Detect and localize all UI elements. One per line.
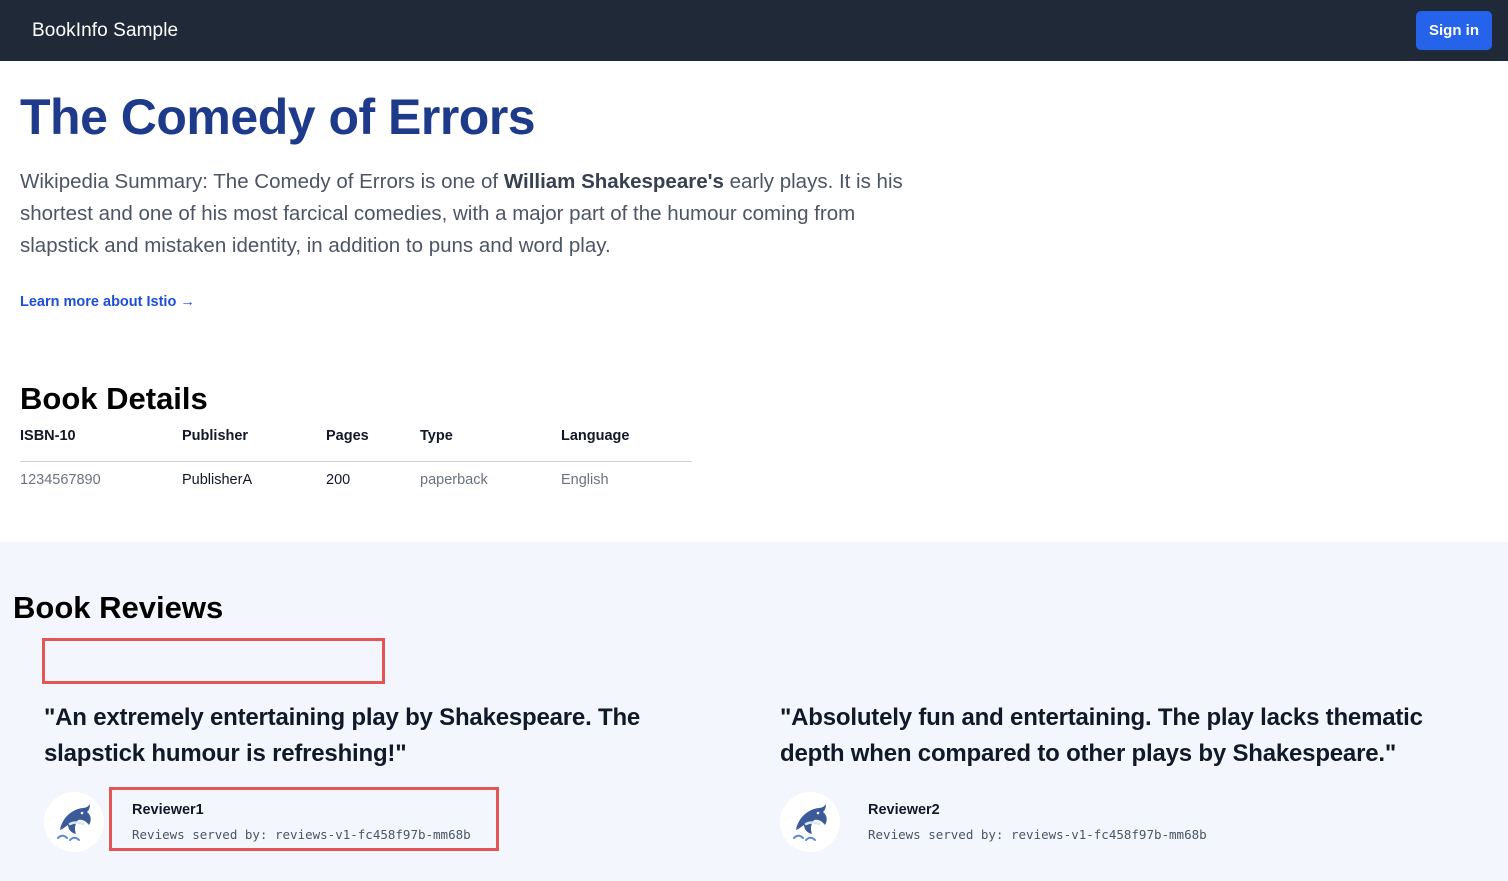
book-details-heading: Book Details [20,381,208,416]
table-row: 1234567890 PublisherA 200 paperback Engl… [20,461,692,488]
column-header-language: Language [561,428,692,462]
dolphin-icon [57,804,91,841]
book-header: The Comedy of Errors Wikipedia Summary: … [20,86,920,311]
cell-isbn: 1234567890 [20,471,101,488]
avatar [44,792,104,852]
summary-author: William Shakespeare's [503,170,724,193]
book-summary: Wikipedia Summary: The Comedy of Errors … [20,166,910,262]
book-reviews-heading: Book Reviews [13,590,224,625]
column-header-isbn: ISBN-10 [20,428,182,462]
page-title: The Comedy of Errors [20,89,536,145]
avatar [780,792,840,852]
column-header-type: Type [420,428,561,462]
cell-type: paperback [420,471,488,488]
book-reviews-section: Book Reviews "An extremely entertaining … [0,542,1508,881]
review-card-2: "Absolutely fun and entertaining. The pl… [780,700,1460,852]
cell-language: English [561,471,609,488]
brand-title: BookInfo Sample [32,19,179,41]
rating-highlight-box [42,638,385,684]
column-header-pages: Pages [326,428,420,462]
review-quote: "An extremely entertaining play by Shake… [44,704,641,767]
book-details-section: Book Details ISBN-10 Publisher Pages Typ… [20,380,692,488]
served-by-text: Reviews served by: reviews-v1-fc458f97b-… [868,827,1207,842]
learn-more-link[interactable]: Learn more about Istio → [20,294,195,310]
table-header-row: ISBN-10 Publisher Pages Type Language [20,428,692,462]
review-quote: "Absolutely fun and entertaining. The pl… [780,704,1423,767]
review-author: Reviewer2 Reviews served by: reviews-v1-… [780,792,1460,852]
sign-in-button[interactable]: Sign in [1416,11,1492,50]
book-details-table: ISBN-10 Publisher Pages Type Language 12… [20,428,692,488]
top-navbar: BookInfo Sample Sign in [0,0,1508,61]
column-header-publisher: Publisher [182,428,326,462]
reviewer-name: Reviewer2 [868,802,940,818]
reviewer-highlight-box [109,787,499,851]
review-author-info: Reviewer2 Reviews served by: reviews-v1-… [868,802,1207,842]
cell-publisher: PublisherA [182,471,253,488]
summary-prefix: Wikipedia Summary: The Comedy of Errors … [20,170,504,193]
cell-pages: 200 [326,471,351,488]
dolphin-icon [793,804,827,841]
